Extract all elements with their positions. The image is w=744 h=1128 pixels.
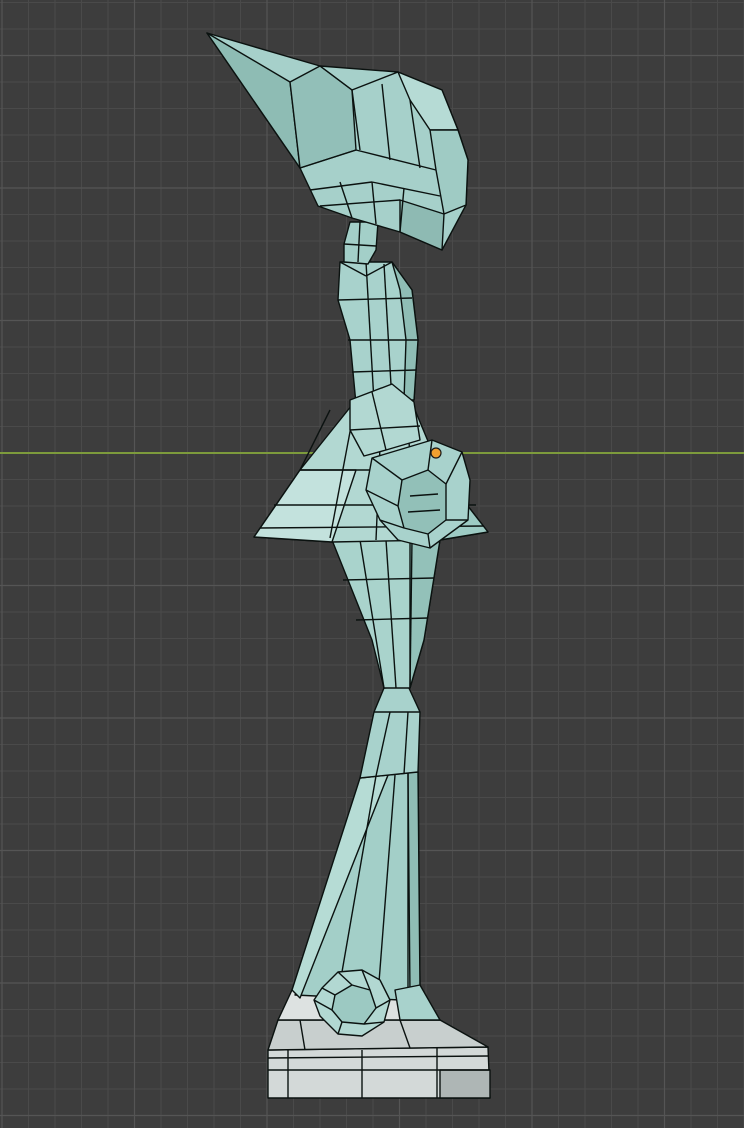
3d-viewport[interactable]: [0, 0, 744, 1128]
object-origin-dot[interactable]: [430, 447, 442, 459]
